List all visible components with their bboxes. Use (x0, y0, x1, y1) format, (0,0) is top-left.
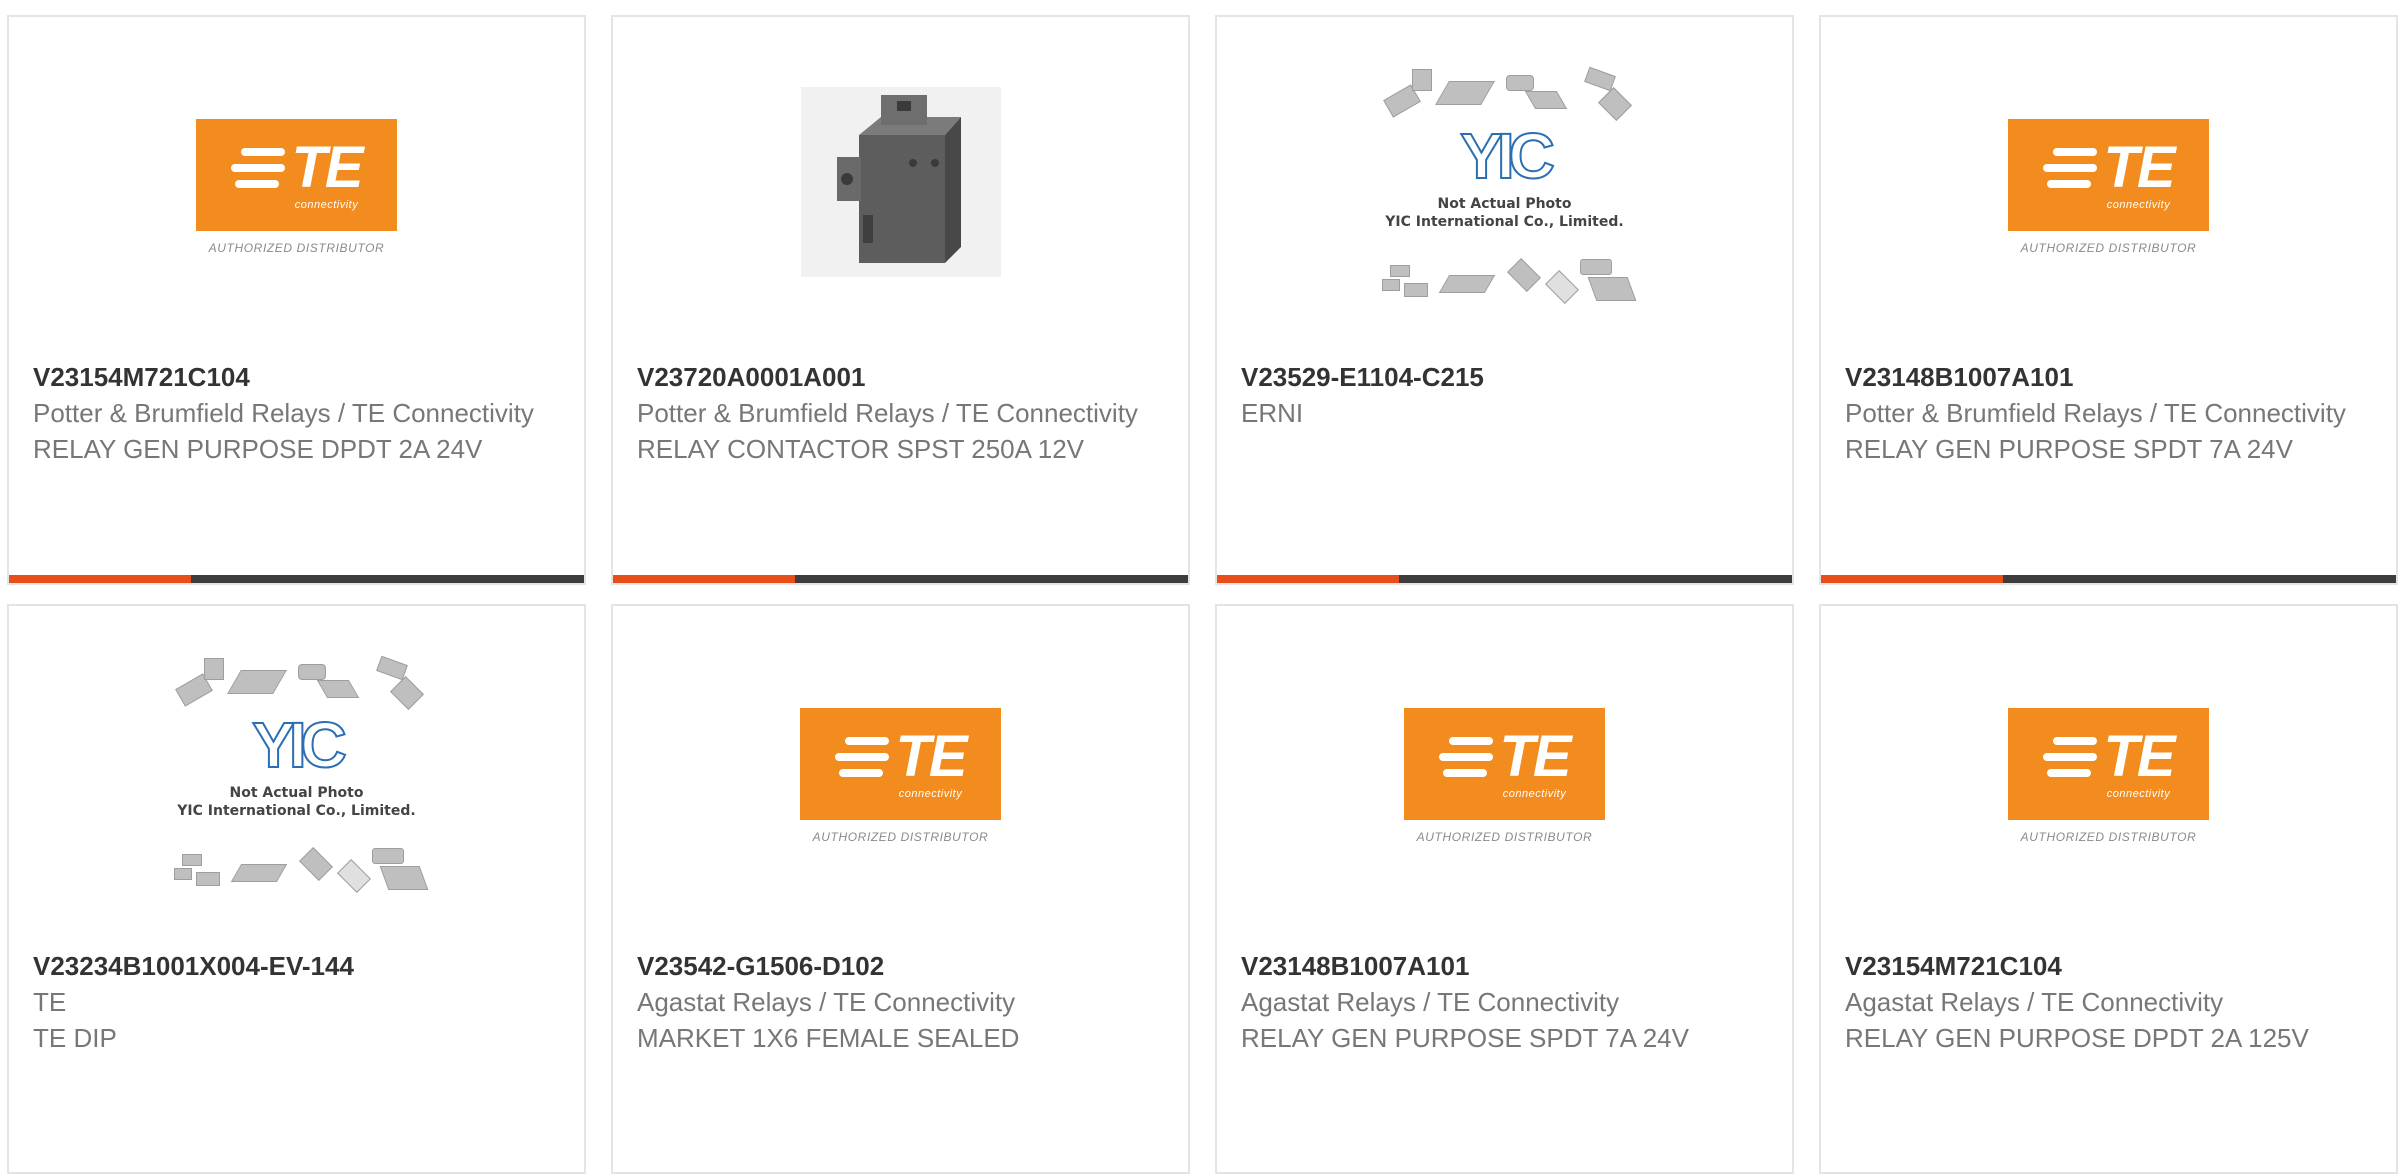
card-bottom-bar (613, 575, 1188, 583)
part-number[interactable]: V23529-E1104-C215 (1241, 359, 1772, 395)
manufacturer: Agastat Relays / TE Connectivity (637, 987, 1016, 1017)
manufacturer: TE (33, 987, 67, 1017)
description: RELAY CONTACTOR SPST 250A 12V (637, 434, 1085, 464)
product-image[interactable]: TE connectivity AUTHORIZED DISTRIBUTOR (1821, 87, 2396, 347)
card-bottom-bar (9, 575, 584, 583)
product-image[interactable] (613, 87, 1188, 347)
product-image[interactable]: YIC Not Actual Photo YIC International Co… (1217, 53, 1792, 313)
manufacturer: Agastat Relays / TE Connectivity (1241, 987, 1620, 1017)
card-bottom-bar (1217, 575, 1792, 583)
product-image[interactable]: TE connectivity AUTHORIZED DISTRIBUTOR (613, 676, 1188, 936)
product-card[interactable]: TE connectivity AUTHORIZED DISTRIBUTOR V… (1819, 15, 2398, 585)
te-connectivity-logo: TE connectivity AUTHORIZED DISTRIBUTOR (196, 119, 397, 255)
part-number[interactable]: V23542-G1506-D102 (637, 948, 1168, 984)
product-card[interactable]: TE connectivity AUTHORIZED DISTRIBUTOR V… (1819, 604, 2398, 1174)
yic-placeholder-image: YIC Not Actual Photo YIC International Co… (1370, 66, 1640, 309)
manufacturer: Agastat Relays / TE Connectivity (1845, 987, 2224, 1017)
product-card[interactable]: TE connectivity AUTHORIZED DISTRIBUTOR V… (7, 15, 586, 585)
description: RELAY GEN PURPOSE DPDT 2A 24V (33, 434, 483, 464)
part-number[interactable]: V23148B1007A101 (1241, 948, 1772, 984)
card-bottom-bar (1821, 575, 2396, 583)
product-card[interactable]: V23720A0001A001 Potter & Brumfield Relay… (611, 15, 1190, 585)
relay-photo (800, 87, 1001, 277)
product-image[interactable]: TE connectivity AUTHORIZED DISTRIBUTOR (9, 87, 584, 347)
manufacturer: ERNI (1241, 398, 1304, 428)
description: RELAY GEN PURPOSE SPDT 7A 24V (1241, 1023, 1689, 1053)
te-connectivity-logo: TE connectivity AUTHORIZED DISTRIBUTOR (2008, 708, 2209, 844)
description: MARKET 1X6 FEMALE SEALED (637, 1023, 1020, 1053)
product-card[interactable]: TE connectivity AUTHORIZED DISTRIBUTOR V… (1215, 604, 1794, 1174)
description: RELAY GEN PURPOSE SPDT 7A 24V (1845, 434, 2293, 464)
product-image[interactable]: TE connectivity AUTHORIZED DISTRIBUTOR (1217, 676, 1792, 936)
te-connectivity-logo: TE connectivity AUTHORIZED DISTRIBUTOR (1404, 708, 1605, 844)
te-connectivity-logo: TE connectivity AUTHORIZED DISTRIBUTOR (2008, 119, 2209, 255)
description: RELAY GEN PURPOSE DPDT 2A 125V (1845, 1023, 2309, 1053)
product-card[interactable]: YIC Not Actual Photo YIC International Co… (1215, 15, 1794, 585)
product-image[interactable]: TE connectivity AUTHORIZED DISTRIBUTOR (1821, 676, 2396, 936)
product-grid: TE connectivity AUTHORIZED DISTRIBUTOR V… (7, 15, 2398, 1174)
te-connectivity-logo: TE connectivity AUTHORIZED DISTRIBUTOR (800, 708, 1001, 844)
yic-placeholder-image: YIC Not Actual Photo YIC International Co… (162, 655, 432, 898)
product-image[interactable]: YIC Not Actual Photo YIC International Co… (9, 642, 584, 902)
description: TE DIP (33, 1023, 117, 1053)
product-card[interactable]: TE connectivity AUTHORIZED DISTRIBUTOR V… (611, 604, 1190, 1174)
manufacturer: Potter & Brumfield Relays / TE Connectiv… (33, 398, 534, 428)
part-number[interactable]: V23154M721C104 (33, 359, 564, 395)
part-number[interactable]: V23154M721C104 (1845, 948, 2376, 984)
part-number[interactable]: V23720A0001A001 (637, 359, 1168, 395)
manufacturer: Potter & Brumfield Relays / TE Connectiv… (1845, 398, 2346, 428)
part-number[interactable]: V23148B1007A101 (1845, 359, 2376, 395)
part-number[interactable]: V23234B1001X004-EV-144 (33, 948, 564, 984)
manufacturer: Potter & Brumfield Relays / TE Connectiv… (637, 398, 1138, 428)
product-card[interactable]: YIC Not Actual Photo YIC International Co… (7, 604, 586, 1174)
